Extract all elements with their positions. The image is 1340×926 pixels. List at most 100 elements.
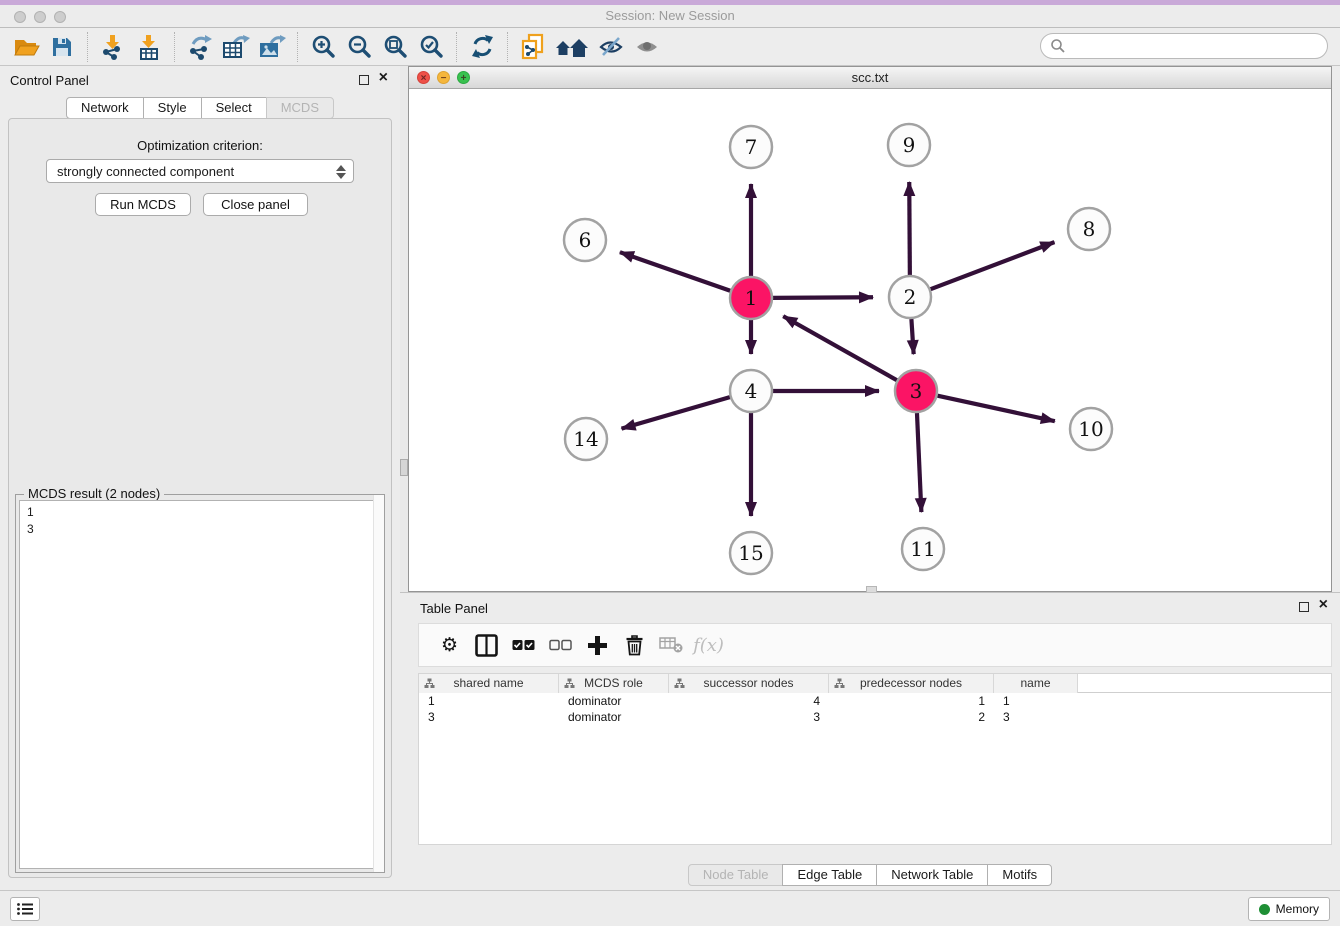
close-table-panel-icon[interactable]: × bbox=[1319, 596, 1328, 614]
table-cell: 1 bbox=[994, 693, 1078, 709]
optimization-criterion-label: Optimization criterion: bbox=[9, 138, 391, 153]
clone-network-icon[interactable] bbox=[515, 31, 551, 63]
tab-network-table[interactable]: Network Table bbox=[876, 864, 988, 886]
graph-edge-1-6[interactable] bbox=[620, 252, 730, 291]
table-toolbar: ⚙ f(x) bbox=[418, 623, 1332, 667]
zoom-selected-icon[interactable] bbox=[413, 31, 449, 63]
tab-style[interactable]: Style bbox=[143, 97, 202, 119]
mcds-result-group: MCDS result (2 nodes) 1 3 bbox=[15, 494, 385, 873]
float-table-panel-icon[interactable] bbox=[1299, 602, 1309, 612]
table-panel-tabs: Node TableEdge TableNetwork TableMotifs bbox=[400, 864, 1340, 886]
network-title: scc.txt bbox=[409, 70, 1331, 85]
result-scrollbar[interactable] bbox=[373, 495, 384, 872]
graph-edge-3-11[interactable] bbox=[917, 413, 921, 512]
toolbar-separator bbox=[87, 32, 88, 62]
table-row[interactable]: 1dominator411 bbox=[419, 693, 1331, 709]
graph-edge-2-8[interactable] bbox=[931, 242, 1055, 289]
network-graph: 7968124314101511 bbox=[409, 89, 1331, 589]
tab-edge-table[interactable]: Edge Table bbox=[782, 864, 877, 886]
table-cell: 3 bbox=[994, 709, 1078, 725]
graph-node-label-8: 8 bbox=[1083, 217, 1096, 241]
graph-node-label-7: 7 bbox=[745, 135, 758, 159]
column-header-name[interactable]: name bbox=[994, 674, 1078, 693]
column-header-shared-name[interactable]: shared name bbox=[419, 674, 559, 693]
memory-label: Memory bbox=[1276, 902, 1319, 916]
graph-node-label-1: 1 bbox=[745, 286, 758, 310]
column-header-successor-nodes[interactable]: successor nodes bbox=[669, 674, 829, 693]
import-network-icon[interactable] bbox=[95, 31, 131, 63]
control-panel: Control Panel × NetworkStyleSelectMCDS O… bbox=[0, 66, 400, 890]
mcds-panel: Optimization criterion: strongly connect… bbox=[8, 118, 392, 878]
float-panel-icon[interactable] bbox=[359, 75, 369, 85]
graph-edge-2-9[interactable] bbox=[909, 182, 910, 275]
function-builder-icon[interactable]: f(x) bbox=[690, 628, 727, 662]
select-stepper-icon bbox=[335, 164, 347, 180]
save-session-icon[interactable] bbox=[44, 31, 80, 63]
graph-edge-3-1[interactable] bbox=[783, 316, 897, 380]
search-icon bbox=[1050, 38, 1066, 54]
status-bar: Memory bbox=[0, 890, 1340, 926]
fit-content-icon[interactable] bbox=[377, 31, 413, 63]
column-header-predecessor-nodes[interactable]: predecessor nodes bbox=[829, 674, 994, 693]
refresh-view-icon[interactable] bbox=[464, 31, 500, 63]
table-cell: dominator bbox=[559, 709, 669, 725]
memory-status-icon bbox=[1259, 904, 1270, 915]
tab-mcds[interactable]: MCDS bbox=[266, 97, 334, 119]
hide-details-icon[interactable] bbox=[593, 31, 629, 63]
node-table: shared nameMCDS rolesuccessor nodesprede… bbox=[418, 673, 1332, 845]
table-panel: Table Panel × ⚙ f(x) bbox=[400, 592, 1340, 890]
task-history-button[interactable] bbox=[10, 897, 40, 921]
deselect-all-columns-icon[interactable] bbox=[542, 628, 579, 662]
delete-columns-icon[interactable] bbox=[616, 628, 653, 662]
table-cell: dominator bbox=[559, 693, 669, 709]
open-session-icon[interactable] bbox=[8, 31, 44, 63]
table-row[interactable]: 3dominator323 bbox=[419, 709, 1331, 725]
table-panel-title: Table Panel bbox=[420, 601, 488, 616]
mcds-result-title: MCDS result (2 nodes) bbox=[24, 486, 164, 501]
graph-node-label-6: 6 bbox=[579, 228, 592, 252]
export-network-icon[interactable] bbox=[182, 31, 218, 63]
column-header-MCDS-role[interactable]: MCDS role bbox=[559, 674, 669, 693]
run-mcds-button[interactable]: Run MCDS bbox=[95, 193, 191, 216]
graph-node-label-3: 3 bbox=[910, 379, 923, 403]
close-panel-button[interactable]: Close panel bbox=[203, 193, 308, 216]
toolbar-separator bbox=[174, 32, 175, 62]
create-column-icon[interactable] bbox=[579, 628, 616, 662]
network-view-window: × − + scc.txt 7968124314101511 bbox=[408, 66, 1332, 592]
search-input[interactable] bbox=[1040, 33, 1328, 59]
tab-network[interactable]: Network bbox=[66, 97, 144, 119]
table-settings-icon[interactable]: ⚙ bbox=[431, 628, 468, 662]
tab-motifs[interactable]: Motifs bbox=[987, 864, 1052, 886]
mcds-result-text[interactable]: 1 3 bbox=[19, 500, 381, 869]
zoom-in-icon[interactable] bbox=[305, 31, 341, 63]
zoom-out-icon[interactable] bbox=[341, 31, 377, 63]
main-titlebar: Session: New Session bbox=[0, 0, 1340, 28]
network-window-titlebar: × − + scc.txt bbox=[409, 67, 1331, 89]
select-all-columns-icon[interactable] bbox=[505, 628, 542, 662]
show-graphics-details-icon[interactable] bbox=[629, 31, 665, 63]
network-canvas[interactable]: 7968124314101511 bbox=[409, 89, 1331, 591]
graph-node-label-2: 2 bbox=[904, 285, 917, 309]
splitter-handle[interactable] bbox=[400, 459, 408, 476]
graph-node-label-10: 10 bbox=[1078, 417, 1103, 441]
titlebar-accent bbox=[0, 0, 1340, 5]
table-cell: 2 bbox=[829, 709, 994, 725]
graph-edge-2-3[interactable] bbox=[911, 319, 913, 354]
memory-button[interactable]: Memory bbox=[1248, 897, 1330, 921]
export-image-icon[interactable] bbox=[254, 31, 290, 63]
close-panel-icon[interactable]: × bbox=[379, 69, 388, 87]
tab-select[interactable]: Select bbox=[201, 97, 267, 119]
show-columns-icon[interactable] bbox=[468, 628, 505, 662]
graph-edge-4-14[interactable] bbox=[622, 397, 730, 429]
criterion-select[interactable]: strongly connected component bbox=[46, 159, 354, 183]
graph-edge-1-2[interactable] bbox=[773, 297, 873, 298]
import-table-icon[interactable] bbox=[131, 31, 167, 63]
apply-layout-icon[interactable] bbox=[551, 31, 593, 63]
export-table-icon[interactable] bbox=[218, 31, 254, 63]
table-header-row: shared nameMCDS rolesuccessor nodesprede… bbox=[419, 674, 1331, 693]
tab-node-table[interactable]: Node Table bbox=[688, 864, 784, 886]
graph-edge-3-10[interactable] bbox=[937, 396, 1054, 421]
delete-table-icon[interactable] bbox=[653, 628, 690, 662]
table-body: 1dominator4113dominator323 bbox=[419, 693, 1331, 725]
main-toolbar bbox=[0, 28, 1340, 66]
